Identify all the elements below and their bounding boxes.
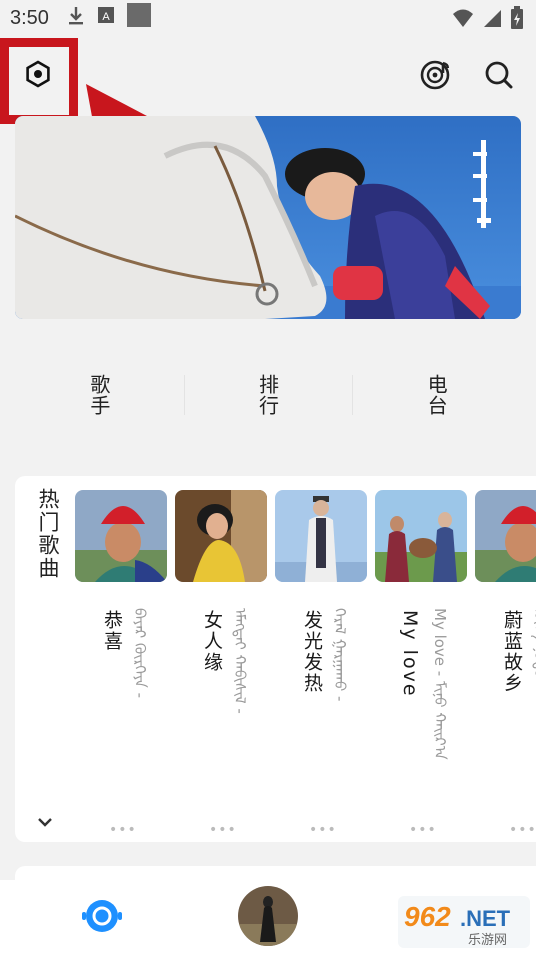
download-icon <box>67 5 85 31</box>
song-title: 恭喜 <box>101 610 123 652</box>
song-title: 发光发热 <box>301 610 323 694</box>
promo-banner[interactable] <box>15 116 521 319</box>
search-button[interactable] <box>482 60 516 94</box>
song-more-dots[interactable]: ••• <box>109 822 137 838</box>
song-cover <box>75 490 167 582</box>
song-subtitle: ᠬᠥᠬᠡ ᠨᠤᠲᠤᠭ - <box>531 608 536 699</box>
wifi-icon <box>452 8 474 34</box>
song-subtitle: ᠡᠮᠡᠭᠲᠡᠢ ᠬᠠᠪᠢᠰᠢᠯ - <box>231 608 249 714</box>
song-subtitle: ᠭᠡᠷᠡᠯ ᠭᠠᠷᠭᠠᠬᠤ - <box>331 608 349 702</box>
song-subtitle: ᠪᠠᠶᠠᠷ ᠬᠦᠷᠭᠡᠶᠡ - <box>131 608 149 699</box>
site-watermark-logo: 962 .NET 乐游网 <box>398 896 530 948</box>
song-title: 女人缘 <box>201 610 223 673</box>
radio-home-icon <box>80 900 124 938</box>
music-disc-icon <box>419 59 451 95</box>
song-item[interactable]: 蔚蓝故乡 ᠬᠥᠬᠡ ᠨᠤᠲᠤᠭ - ••• <box>475 490 536 838</box>
song-subtitle: My love - ᠮᠢᠨᠤ ᠬᠠᠢᠷ᠎ᠠ <box>431 608 449 760</box>
now-playing-button[interactable] <box>238 886 298 946</box>
category-label: 电台 <box>424 374 449 416</box>
song-item[interactable]: 发光发热 ᠭᠡᠷᠡᠯ ᠭᠠᠷᠭᠠᠬᠤ - ••• <box>275 490 367 838</box>
now-playing-avatar <box>238 886 298 946</box>
song-more-dots[interactable]: ••• <box>509 822 536 838</box>
category-label: 排行 <box>255 374 280 416</box>
hot-songs-card: 热门歌曲 恭喜 ᠪᠠᠶᠠᠷ ᠬᠦᠷᠭᠡᠶᠡ - ••• 女人缘 ᠡᠮᠡᠭᠲᠡᠢ … <box>15 476 536 842</box>
song-more-dots[interactable]: ••• <box>209 822 237 838</box>
annotation-highlight-box <box>0 38 78 124</box>
svg-text:A: A <box>102 11 110 23</box>
app-square-icon <box>126 3 151 33</box>
song-cover <box>275 490 367 582</box>
song-cover <box>375 490 467 582</box>
music-disc-button[interactable] <box>418 60 452 94</box>
song-cover <box>475 490 536 582</box>
category-singers[interactable]: 歌手 <box>15 367 184 423</box>
font-app-icon: A <box>97 6 115 30</box>
battery-icon <box>510 6 524 36</box>
song-item[interactable]: 女人缘 ᠡᠮᠡᠭᠲᠡᠢ ᠬᠠᠪᠢᠰᠢᠯ - ••• <box>175 490 267 838</box>
category-row: 歌手 排行 电台 <box>15 355 521 435</box>
nav-home-button[interactable] <box>80 898 124 938</box>
song-item[interactable]: 恭喜 ᠪᠠᠶᠠᠷ ᠬᠦᠷᠭᠡᠶᠡ - ••• <box>75 490 167 838</box>
chevron-down-icon <box>35 817 55 836</box>
category-radio[interactable]: 电台 <box>352 367 521 423</box>
svg-text:962: 962 <box>404 901 451 932</box>
song-more-dots[interactable]: ••• <box>309 822 337 838</box>
category-charts[interactable]: 排行 <box>183 367 353 423</box>
hot-songs-title: 热门歌曲 <box>36 488 60 580</box>
signal-icon <box>482 8 502 34</box>
song-cover <box>175 490 267 582</box>
svg-text:乐游网: 乐游网 <box>468 933 507 948</box>
search-icon <box>484 60 514 94</box>
status-time: 3:50 <box>10 6 49 29</box>
song-title: 蔚蓝故乡 <box>501 610 523 694</box>
expand-toggle[interactable] <box>35 812 57 834</box>
song-more-dots[interactable]: ••• <box>409 822 437 838</box>
banner-image <box>15 116 521 319</box>
category-label: 歌手 <box>86 374 111 416</box>
song-item[interactable]: My love My love - ᠮᠢᠨᠤ ᠬᠠᠢᠷ᠎ᠠ ••• <box>375 490 467 838</box>
svg-text:.NET: .NET <box>460 906 511 931</box>
status-bar: 3:50 A <box>0 0 536 36</box>
song-title: My love <box>399 610 421 698</box>
